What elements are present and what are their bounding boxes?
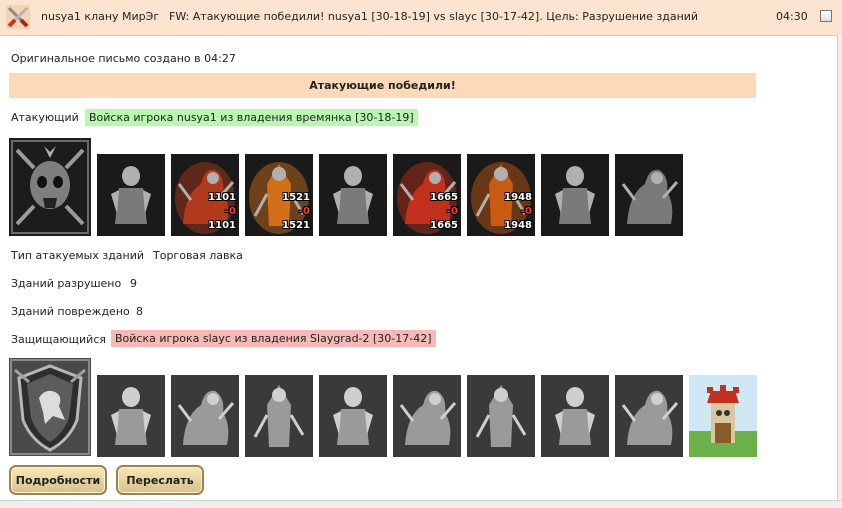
- buildings-destroyed-value: 9: [130, 277, 137, 290]
- unit-losses: -0: [298, 206, 310, 217]
- sender: nusya1 клану МирЭг: [41, 10, 160, 23]
- unit-remaining: 1665: [430, 220, 458, 231]
- building-type-label: Тип атакуемых зданий: [11, 249, 145, 262]
- battle-result-text: Атакующие победили!: [309, 79, 456, 92]
- attacker-label: Атакующий: [11, 111, 79, 124]
- fire-monk-icon[interactable]: 1948 -0 1948: [467, 154, 535, 236]
- message-header: nusya1 клану МирЭг FW: Атакующие победил…: [0, 0, 842, 36]
- select-checkbox[interactable]: [820, 10, 832, 22]
- fire-skeleton-icon[interactable]: 1101 -0 1101: [171, 154, 239, 236]
- defender-hero-lion-shield-icon[interactable]: [9, 358, 91, 456]
- attacker-hero-skull-emblem-icon[interactable]: [9, 138, 91, 236]
- message-time: 04:30: [776, 10, 808, 23]
- unit-count: 1101: [208, 192, 236, 203]
- unit-remaining: 1101: [208, 220, 236, 231]
- unit-losses: -0: [224, 206, 236, 217]
- elder-mage-icon[interactable]: [615, 375, 683, 457]
- gargoyle-icon[interactable]: [319, 154, 387, 236]
- buildings-damaged-value: 8: [136, 305, 143, 318]
- scrollbar-track[interactable]: [837, 35, 842, 500]
- watchtower-icon[interactable]: [689, 375, 757, 457]
- unit-losses: -0: [520, 206, 532, 217]
- details-button[interactable]: Подробности: [9, 465, 107, 495]
- unit-count: 1665: [430, 192, 458, 203]
- mounted-knight-icon[interactable]: [97, 375, 165, 457]
- buildings-destroyed-label: Зданий разрушено: [11, 277, 122, 290]
- orc-warrior-icon[interactable]: [541, 154, 609, 236]
- buildings-damaged-label: Зданий повреждено: [11, 305, 130, 318]
- message-subject: FW: Атакующие победили! nusya1 [30-18-19…: [169, 10, 699, 23]
- cavalry-icon[interactable]: [245, 375, 313, 457]
- hooded-monk-icon[interactable]: [467, 375, 535, 457]
- original-created-text: Оригинальное письмо создано в 04:27: [11, 52, 236, 65]
- fire-demon-icon[interactable]: 1521 -0 1521: [245, 154, 313, 236]
- fire-elemental-icon[interactable]: 1665 -0 1665: [393, 154, 461, 236]
- reaper-icon[interactable]: [615, 154, 683, 236]
- black-dragon-icon[interactable]: [97, 154, 165, 236]
- crossed-swords-icon: [6, 5, 30, 29]
- unit-remaining: 1521: [282, 220, 310, 231]
- crossbowman-icon[interactable]: [393, 375, 461, 457]
- unit-count: 1521: [282, 192, 310, 203]
- building-type-value: Торговая лавка: [153, 249, 243, 262]
- foot-soldier-icon[interactable]: [171, 375, 239, 457]
- unit-losses: -0: [446, 206, 458, 217]
- unit-count: 1948: [504, 192, 532, 203]
- griffin-icon[interactable]: [319, 375, 387, 457]
- defender-army[interactable]: Войска игрока slayc из владения Slaygrad…: [111, 330, 436, 347]
- swordsman-icon[interactable]: [541, 375, 609, 457]
- attacker-army[interactable]: Войска игрока nusya1 из владения времянк…: [85, 109, 418, 126]
- unit-remaining: 1948: [504, 220, 532, 231]
- forward-button[interactable]: Переслать: [116, 465, 204, 495]
- battle-result: Атакующие победили!: [9, 73, 756, 98]
- defender-label: Защищающийся: [11, 333, 106, 346]
